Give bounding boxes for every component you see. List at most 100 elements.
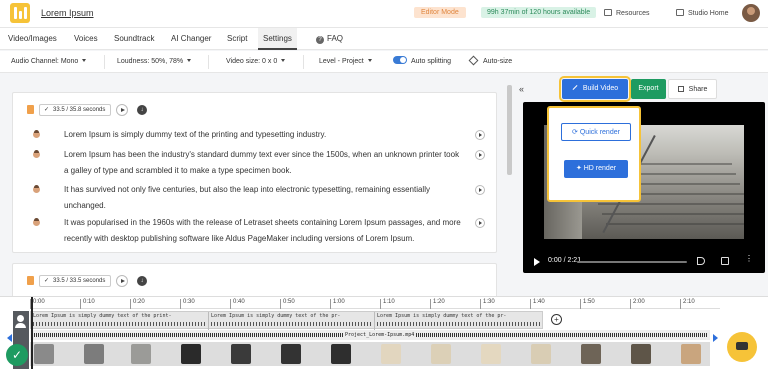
tab-settings[interactable]: Settings <box>258 28 297 50</box>
collapse-icon[interactable]: « <box>519 84 524 94</box>
volume-icon[interactable] <box>697 257 705 265</box>
tick-label: 0:50 <box>280 299 295 309</box>
tick-label: 1:30 <box>480 299 495 309</box>
chevron-down-icon <box>281 59 286 62</box>
export-button[interactable]: Export <box>631 79 666 99</box>
hd-render-button[interactable]: ✦ HD render <box>564 160 628 178</box>
magic-wand-icon <box>572 85 578 90</box>
play-icon[interactable] <box>475 130 485 140</box>
audio-channel-select[interactable]: Audio Channel: Mono <box>11 51 87 73</box>
trash-icon[interactable] <box>27 105 34 114</box>
duration-badge[interactable]: 33.5 / 33.5 seconds <box>39 275 112 287</box>
clip-thumbnail[interactable] <box>631 344 651 364</box>
speaker-avatar[interactable] <box>33 150 40 158</box>
video-size-select[interactable]: Video size: 0 x 0 <box>226 51 286 73</box>
chevron-down-icon <box>367 59 372 62</box>
loudness-select[interactable]: Loudness: 50%, 78% <box>117 51 192 73</box>
video-track[interactable] <box>30 342 710 366</box>
auto-splitting-label: Auto splitting <box>411 58 452 65</box>
share-button[interactable]: Share <box>668 79 717 99</box>
more-options-icon[interactable]: ⋮ <box>745 255 753 263</box>
clip-thumbnail[interactable] <box>331 344 351 364</box>
tab-script[interactable]: Script <box>222 28 252 50</box>
clip-thumbnail[interactable] <box>581 344 601 364</box>
tab-soundtrack[interactable]: Soundtrack <box>109 28 159 50</box>
tab-video-images[interactable]: Video/Images <box>3 28 62 50</box>
project-title[interactable]: Lorem Ipsum <box>41 8 94 18</box>
quick-render-label: Quick render <box>579 129 620 136</box>
editor-mode-badge[interactable]: Editor Mode <box>414 7 466 18</box>
play-icon[interactable] <box>475 218 485 228</box>
script-line-text[interactable]: It has survived not only five centuries,… <box>64 182 464 214</box>
tab-ai-changer[interactable]: AI Changer <box>166 28 216 50</box>
trash-icon[interactable] <box>27 276 34 285</box>
question-icon: ? <box>316 36 324 44</box>
hd-render-label: HD render <box>583 165 617 172</box>
chevron-left-icon[interactable] <box>7 334 12 342</box>
toggle-switch[interactable] <box>393 56 407 64</box>
clip-thumbnail[interactable] <box>281 344 301 364</box>
quick-render-button[interactable]: ⟳ Quick render <box>561 123 631 141</box>
clip-thumbnail[interactable] <box>481 344 501 364</box>
playhead[interactable] <box>31 297 33 369</box>
duration-badge[interactable]: 33.5 / 35.8 seconds <box>39 104 112 116</box>
chevron-right-icon[interactable] <box>713 334 718 342</box>
clip-thumbnail[interactable] <box>431 344 451 364</box>
timeline: 0:00 0:10 0:20 0:30 0:40 0:50 1:00 1:10 … <box>0 296 768 373</box>
speaker-avatar[interactable] <box>33 130 40 138</box>
clip-thumbnail[interactable] <box>231 344 251 364</box>
clip-thumbnail[interactable] <box>131 344 151 364</box>
script-line-text[interactable]: It was popularised in the 1960s with the… <box>64 215 464 247</box>
play-icon[interactable] <box>534 258 540 266</box>
video-progress-bar[interactable] <box>577 261 687 263</box>
settings-toolbar: Audio Channel: Mono Loudness: 50%, 78% V… <box>0 51 768 73</box>
audio-clip[interactable]: Lorem Ipsum is simply dummy text of the … <box>375 312 543 330</box>
clip-thumbnail[interactable] <box>381 344 401 364</box>
tab-voices[interactable]: Voices <box>69 28 103 50</box>
clip-thumbnail[interactable] <box>681 344 701 364</box>
resources-link[interactable]: Resources <box>604 9 649 17</box>
auto-size-label: Auto-size <box>483 58 513 65</box>
auto-splitting-toggle[interactable]: Auto splitting <box>393 51 451 73</box>
clip-thumbnail[interactable] <box>34 344 54 364</box>
timeline-ruler[interactable]: 0:00 0:10 0:20 0:30 0:40 0:50 1:00 1:10 … <box>30 297 720 309</box>
studio-home-label: Studio Home <box>688 10 729 17</box>
clip-thumbnail[interactable] <box>84 344 104 364</box>
app-logo[interactable] <box>10 3 30 23</box>
tick-label: 1:10 <box>380 299 395 309</box>
play-icon[interactable] <box>116 275 128 287</box>
chevron-down-icon <box>187 59 192 62</box>
download-icon[interactable]: ↓ <box>137 276 147 286</box>
tick-label: 0:20 <box>130 299 145 309</box>
avatar[interactable] <box>742 4 760 22</box>
scrollbar[interactable] <box>507 85 512 175</box>
chat-icon[interactable] <box>727 332 757 362</box>
voice-track[interactable]: Lorem Ipsum is simply dummy text of the … <box>30 311 543 330</box>
build-video-label: Build Video <box>582 85 619 92</box>
auto-size-button[interactable]: Auto-size <box>468 51 513 73</box>
clip-thumbnail[interactable] <box>531 344 551 364</box>
speaker-avatar[interactable] <box>33 185 40 193</box>
speaker-avatar[interactable] <box>33 218 40 226</box>
tick-label: 2:10 <box>680 299 695 309</box>
main-tabs: Video/Images Voices Soundtrack AI Change… <box>0 28 768 50</box>
fullscreen-icon[interactable] <box>721 257 729 265</box>
level-select[interactable]: Level - Project <box>319 51 372 73</box>
check-icon[interactable]: ✓ <box>6 344 28 366</box>
clip-thumbnail[interactable] <box>181 344 201 364</box>
tab-faq[interactable]: ? FAQ <box>311 28 348 50</box>
studio-home-link[interactable]: Studio Home <box>676 9 728 17</box>
audio-clip[interactable]: Lorem Ipsum is simply dummy text of the … <box>209 312 375 330</box>
divider <box>208 55 209 69</box>
audio-clip[interactable]: Lorem Ipsum is simply dummy text of the … <box>31 312 209 330</box>
render-options-popup: ⟳ Quick render ✦ HD render <box>547 106 641 202</box>
download-icon[interactable]: ↓ <box>137 105 147 115</box>
video-size-value: Video size: 0 x 0 <box>226 58 278 65</box>
build-video-button[interactable]: Build Video <box>559 76 631 102</box>
play-icon[interactable] <box>475 185 485 195</box>
play-icon[interactable] <box>116 104 128 116</box>
script-line-text[interactable]: Lorem Ipsum has been the industry's stan… <box>64 147 464 179</box>
play-icon[interactable] <box>475 150 485 160</box>
script-line-text[interactable]: Lorem Ipsum is simply dummy text of the … <box>64 127 464 143</box>
add-track-button[interactable]: + <box>551 314 562 325</box>
